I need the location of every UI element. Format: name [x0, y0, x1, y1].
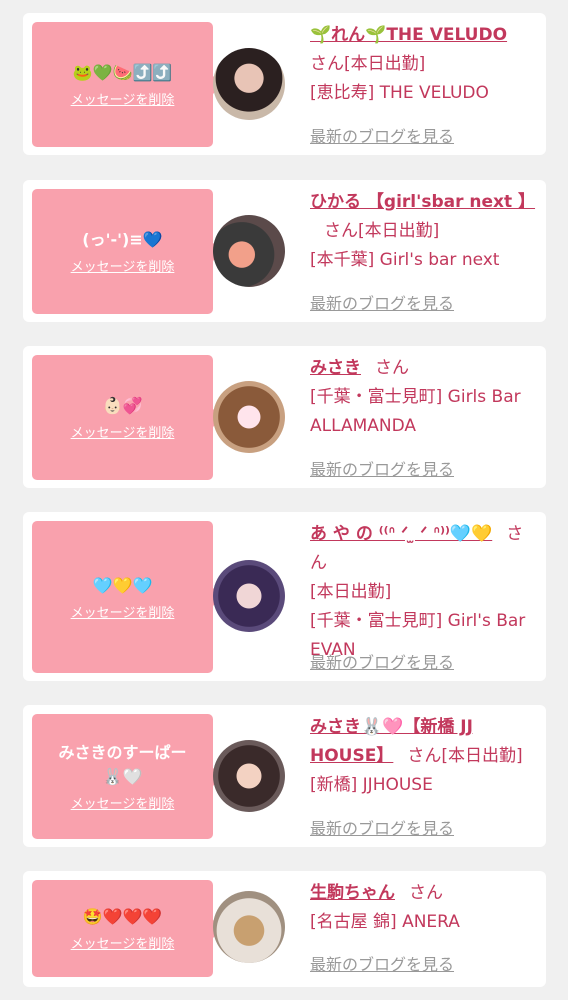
latest-blog-link[interactable]: 最新のブログを見る [310, 456, 454, 480]
message-bubble: (っ'-')≡💙 メッセージを削除 [32, 189, 222, 314]
message-text: 🐸💚🍉⤴️⤴️ [72, 63, 173, 82]
avatar[interactable] [213, 891, 285, 963]
cast-info: あ や の ⁽⁽ᐢ ᐟ ̫ ᐟ ᐢ⁾⁾🩵💛 さん [本日出勤] [千葉・富士見町]… [310, 520, 540, 665]
latest-blog-link[interactable]: 最新のブログを見る [310, 123, 454, 147]
cast-info: ひかる 【girl'sbar next 】さん[本日出勤] [本千葉] Girl… [310, 188, 535, 275]
cast-card: 🩵💛🩵 メッセージを削除 あ や の ⁽⁽ᐢ ᐟ ̫ ᐟ ᐢ⁾⁾🩵💛 さん [本日… [23, 512, 546, 681]
cast-info: みさき🐰🩷【新橋 JJ HOUSE】 さん[本日出勤] [新橋] JJHOUSE [310, 713, 540, 800]
message-bubble: 👶🏻💞 メッセージを削除 [32, 355, 222, 480]
latest-blog-link[interactable]: 最新のブログを見る [310, 951, 454, 975]
cast-card: 🤩❤️❤️❤️ メッセージを削除 生駒ちゃん さん [名古屋 錦] ANERA 最… [23, 871, 546, 987]
attendance-status: [本日出勤] [441, 746, 523, 766]
honorific: さん [324, 221, 358, 241]
delete-message-link[interactable]: メッセージを削除 [71, 422, 175, 441]
honorific: さん [407, 746, 442, 766]
message-bubble: 🤩❤️❤️❤️ メッセージを削除 [32, 880, 222, 977]
message-text: 👶🏻💞 [102, 396, 143, 415]
delete-message-link[interactable]: メッセージを削除 [71, 602, 175, 621]
cast-name-link[interactable]: 🌱れん🌱THE VELUDO [310, 25, 507, 45]
shop-name: [名古屋 錦] ANERA [310, 912, 460, 932]
avatar[interactable] [213, 740, 285, 812]
cast-info: 生駒ちゃん さん [名古屋 錦] ANERA [310, 879, 538, 937]
cast-name-link[interactable]: あ や の ⁽⁽ᐢ ᐟ ̫ ᐟ ᐢ⁾⁾🩵💛 [310, 524, 492, 544]
message-bubble: みさきのすーぱー 🐰🤍 メッセージを削除 [32, 714, 222, 839]
cast-name-link[interactable]: ひかる 【girl'sbar next 】 [310, 192, 535, 212]
shop-name: [千葉・富士見町] Girls Bar ALLAMANDA [310, 387, 521, 436]
message-text: 🩵💛🩵 [92, 575, 153, 595]
attendance-status: [本日出勤] [344, 54, 426, 74]
cast-card: 🐸💚🍉⤴️⤴️ メッセージを削除 🌱れん🌱THE VELUDO さん[本日出勤]… [23, 13, 546, 155]
attendance-status: [本日出勤] [310, 582, 392, 602]
latest-blog-link[interactable]: 最新のブログを見る [310, 290, 454, 314]
cast-card: みさきのすーぱー 🐰🤍 メッセージを削除 みさき🐰🩷【新橋 JJ HOUSE】さ… [23, 705, 546, 847]
delete-message-link[interactable]: メッセージを削除 [71, 933, 175, 952]
honorific: さん [310, 54, 344, 74]
delete-message-link[interactable]: メッセージを削除 [71, 793, 175, 812]
avatar[interactable] [213, 381, 285, 453]
cast-card: 👶🏻💞 メッセージを削除 みさき さん [千葉・富士見町] Girls Bar A… [23, 346, 546, 488]
cast-card: (っ'-')≡💙 メッセージを削除 ひかる 【girl'sbar next 】さ… [23, 180, 546, 322]
delete-message-link[interactable]: メッセージを削除 [71, 256, 175, 275]
shop-name: [恵比寿] THE VELUDO [310, 83, 489, 103]
cast-name-link[interactable]: 生駒ちゃん [310, 883, 395, 903]
honorific: さん [375, 358, 409, 378]
message-bubble: 🩵💛🩵 メッセージを削除 [32, 521, 222, 673]
shop-name: [本千葉] Girl's bar next [310, 250, 500, 270]
latest-blog-link[interactable]: 最新のブログを見る [310, 649, 454, 673]
cast-name-link[interactable]: みさき [310, 358, 361, 378]
latest-blog-link[interactable]: 最新のブログを見る [310, 815, 454, 839]
attendance-status: [本日出勤] [358, 221, 440, 241]
cast-info: みさき さん [千葉・富士見町] Girls Bar ALLAMANDA [310, 354, 538, 441]
delete-message-link[interactable]: メッセージを削除 [71, 89, 175, 108]
message-bubble: 🐸💚🍉⤴️⤴️ メッセージを削除 [32, 22, 222, 147]
avatar[interactable] [213, 48, 285, 120]
shop-name: [新橋] JJHOUSE [310, 775, 433, 795]
message-text: みさきのすーぱー 🐰🤍 [58, 743, 187, 786]
avatar[interactable] [213, 215, 285, 287]
favorites-list: 🐸💚🍉⤴️⤴️ メッセージを削除 🌱れん🌱THE VELUDO さん[本日出勤]… [0, 0, 568, 1000]
message-text: 🤩❤️❤️❤️ [82, 907, 163, 926]
message-text: (っ'-')≡💙 [82, 230, 163, 249]
honorific: さん [409, 883, 443, 903]
avatar[interactable] [213, 560, 285, 632]
cast-info: 🌱れん🌱THE VELUDO さん[本日出勤] [恵比寿] THE VELUDO [310, 21, 538, 108]
